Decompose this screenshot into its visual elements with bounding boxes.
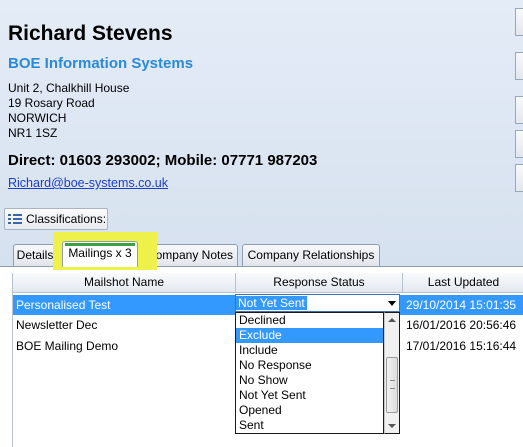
option-no-show[interactable]: No Show bbox=[236, 373, 383, 388]
last-updated-cell: 16/01/2016 20:56:46 bbox=[406, 318, 517, 332]
scroll-down-icon[interactable] bbox=[388, 424, 396, 428]
scroll-up-icon[interactable] bbox=[388, 318, 396, 322]
option-no-response[interactable]: No Response bbox=[236, 358, 383, 373]
classifications-label: Classifications: bbox=[26, 212, 107, 226]
side-action-button[interactable] bbox=[515, 130, 523, 158]
address-line-4: NR1 1SZ bbox=[8, 126, 58, 140]
last-updated-cell: 29/10/2014 15:01:35 bbox=[406, 298, 517, 312]
grid-header: Mailshot Name Response Status Last Updat… bbox=[13, 273, 523, 293]
side-action-button[interactable] bbox=[515, 96, 523, 124]
mailshot-name-cell: Personalised Test bbox=[16, 298, 111, 312]
mailshot-name-cell: Newsletter Dec bbox=[16, 318, 98, 332]
option-exclude[interactable]: Exclude bbox=[236, 328, 383, 343]
chevron-down-icon[interactable] bbox=[388, 301, 396, 306]
option-opened[interactable]: Opened bbox=[236, 403, 383, 418]
response-status-dropdown[interactable]: Not Yet Sent bbox=[235, 294, 400, 312]
address-line-3: NORWICH bbox=[8, 111, 67, 125]
side-action-button[interactable] bbox=[515, 8, 523, 36]
side-action-button[interactable] bbox=[515, 164, 523, 192]
response-status-options: Declined Exclude Include No Response No … bbox=[235, 312, 384, 434]
option-sent[interactable]: Sent bbox=[236, 418, 383, 433]
tab-details[interactable]: Details bbox=[13, 244, 57, 266]
response-status-value: Not Yet Sent bbox=[236, 296, 307, 310]
column-header-last-updated[interactable]: Last Updated bbox=[403, 273, 523, 293]
column-header-mailshot-name[interactable]: Mailshot Name bbox=[13, 273, 236, 293]
scroll-thumb[interactable] bbox=[386, 357, 398, 413]
dropdown-scrollbar[interactable] bbox=[384, 312, 400, 434]
list-icon bbox=[8, 213, 22, 225]
phone-numbers: Direct: 01603 293002; Mobile: 07771 9872… bbox=[8, 152, 318, 169]
column-header-response-status[interactable]: Response Status bbox=[236, 273, 403, 293]
option-declined[interactable]: Declined bbox=[236, 313, 383, 328]
classifications-button[interactable]: Classifications: bbox=[4, 208, 108, 230]
tab-mailings[interactable]: Mailings x 3 bbox=[62, 241, 138, 267]
tab-mailings-label: Mailings x 3 bbox=[68, 246, 132, 260]
contact-name: Richard Stevens bbox=[8, 22, 173, 45]
active-tab-accent bbox=[65, 243, 135, 246]
option-include[interactable]: Include bbox=[236, 343, 383, 358]
company-name[interactable]: BOE Information Systems bbox=[8, 55, 193, 72]
tab-strip: Details Mailings x 3 Company Notes Compa… bbox=[0, 241, 523, 267]
tab-company-relationships[interactable]: Company Relationships bbox=[242, 244, 380, 266]
option-not-yet-sent[interactable]: Not Yet Sent bbox=[236, 388, 383, 403]
address-line-1: Unit 2, Chalkhill House bbox=[8, 81, 130, 95]
contact-header: Richard Stevens BOE Information Systems … bbox=[0, 0, 523, 266]
last-updated-cell: 17/01/2016 15:16:44 bbox=[406, 339, 517, 353]
address-line-2: 19 Rosary Road bbox=[8, 96, 95, 110]
mailshot-name-cell: BOE Mailing Demo bbox=[16, 339, 119, 353]
email-link[interactable]: Richard@boe-systems.co.uk bbox=[8, 176, 168, 190]
side-action-button[interactable] bbox=[515, 52, 523, 80]
